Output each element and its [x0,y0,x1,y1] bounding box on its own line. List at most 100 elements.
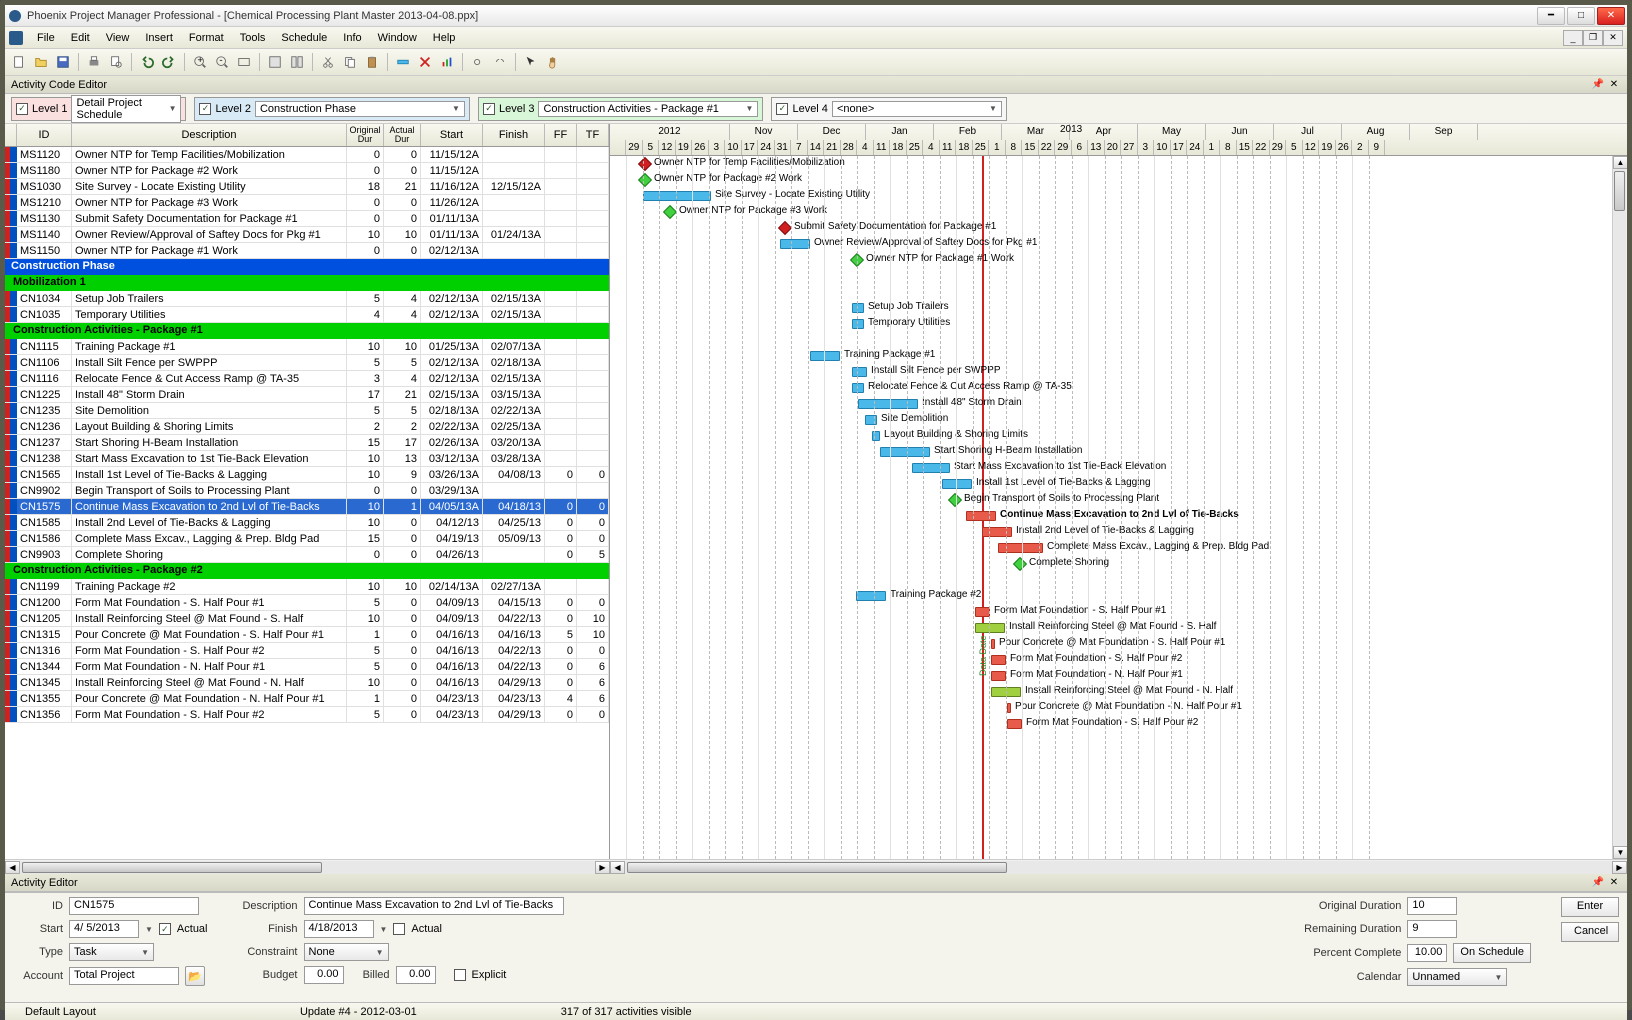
gantt-bar[interactable] [852,383,864,393]
col-header-desc[interactable]: Description [72,124,347,146]
col-header-ad[interactable]: Actual Dur [384,124,421,146]
level-4-select[interactable]: <none>▼ [832,101,1002,117]
editor-start-input[interactable]: 4/ 5/2013 [69,920,139,938]
table-row[interactable]: CN9902 Begin Transport of Soils to Proce… [5,483,609,499]
menu-view[interactable]: View [98,30,138,46]
table-row[interactable]: MS1180 Owner NTP for Package #2 Work 0 0… [5,163,609,179]
editor-pin-icon[interactable]: 📌 [1591,876,1605,890]
editor-billed-input[interactable]: 0.00 [396,966,436,984]
col-header-ff[interactable]: FF [545,124,577,146]
table-row[interactable]: MS1030 Site Survey - Locate Existing Uti… [5,179,609,195]
grid-hscrollbar[interactable]: ◀▶ [5,859,610,874]
table-row[interactable]: CN1565 Install 1st Level of Tie-Backs & … [5,467,609,483]
zoom-out-icon[interactable]: - [212,52,232,72]
editor-calendar-select[interactable]: Unnamed▼ [1407,968,1507,986]
editor-rd-input[interactable]: 9 [1407,920,1457,938]
table-row[interactable]: CN1586 Complete Mass Excav., Lagging & P… [5,531,609,547]
group-sub[interactable]: Construction Activities - Package #1 [5,323,609,339]
group-sub[interactable]: Construction Activities - Package #2 [5,563,609,579]
gantt-bar[interactable] [1007,719,1022,729]
gantt-milestone[interactable] [778,221,792,235]
editor-finish-actual-checkbox[interactable] [393,923,405,935]
table-row[interactable]: CN1575 Continue Mass Excavation to 2nd L… [5,499,609,515]
gantt-bar[interactable] [852,303,864,313]
redo-icon[interactable] [159,52,179,72]
new-icon[interactable] [9,52,29,72]
group-sub[interactable]: Mobilization 1 [5,275,609,291]
pointer-icon[interactable] [521,52,541,72]
gantt-bar[interactable] [858,399,918,409]
table-row[interactable]: CN1116 Relocate Fence & Cut Access Ramp … [5,371,609,387]
editor-close-icon[interactable]: ✕ [1607,876,1621,890]
table-row[interactable]: MS1130 Submit Safety Documentation for P… [5,211,609,227]
panel-close-icon[interactable]: ✕ [1607,78,1621,92]
table-row[interactable]: MS1210 Owner NTP for Package #3 Work 0 0… [5,195,609,211]
level-3-select[interactable]: Construction Activities - Package #1▼ [538,101,758,117]
editor-explicit-checkbox[interactable] [454,969,466,981]
gantt-bar[interactable] [865,415,877,425]
editor-onschedule-button[interactable]: On Schedule [1453,943,1531,963]
col-header-start[interactable]: Start [421,124,483,146]
group-phase[interactable]: Construction Phase [5,259,609,275]
editor-id-input[interactable]: CN1575 [69,897,199,915]
gantt-bar[interactable] [982,527,1012,537]
maximize-button[interactable]: □ [1567,7,1595,25]
table-row[interactable]: CN1200 Form Mat Foundation - S. Half Pou… [5,595,609,611]
gantt-bar[interactable] [912,463,950,473]
gantt-bar[interactable] [991,671,1006,681]
table-row[interactable]: MS1140 Owner Review/Approval of Saftey D… [5,227,609,243]
menu-window[interactable]: Window [370,30,425,46]
gantt-bar[interactable] [780,239,810,249]
mdi-restore[interactable]: ❐ [1583,30,1603,46]
level-4-checkbox[interactable]: ✓ [776,103,788,115]
gantt-bar[interactable] [975,623,1005,633]
gantt-milestone[interactable] [948,493,962,507]
table-row[interactable]: CN9903 Complete Shoring 0 0 04/26/13 0 5 [5,547,609,563]
zoom-in-icon[interactable]: + [190,52,210,72]
table-row[interactable]: CN1356 Form Mat Foundation - S. Half Pou… [5,707,609,723]
gantt-bar[interactable] [991,639,995,649]
level-2-select[interactable]: Construction Phase▼ [255,101,465,117]
gantt-bar[interactable] [643,191,711,201]
delete-activity-icon[interactable] [415,52,435,72]
level-1-checkbox[interactable]: ✓ [16,103,28,115]
grid-body[interactable]: MS1120 Owner NTP for Temp Facilities/Mob… [5,147,609,859]
editor-type-select[interactable]: Task▼ [69,943,154,961]
gantt-bar[interactable] [991,655,1006,665]
hand-icon[interactable] [543,52,563,72]
table-row[interactable]: CN1316 Form Mat Foundation - S. Half Pou… [5,643,609,659]
table-row[interactable]: CN1238 Start Mass Excavation to 1st Tie-… [5,451,609,467]
editor-pc-input[interactable]: 10.00 [1407,944,1447,962]
print-preview-icon[interactable] [106,52,126,72]
editor-start-actual-checkbox[interactable]: ✓ [159,923,171,935]
gantt-bar[interactable] [966,511,996,521]
menu-edit[interactable]: Edit [63,30,98,46]
save-icon[interactable] [53,52,73,72]
level-1-select[interactable]: Detail Project Schedule▼ [71,95,181,123]
chart-icon[interactable] [437,52,457,72]
table-row[interactable]: CN1236 Layout Building & Shoring Limits … [5,419,609,435]
copy-icon[interactable] [340,52,360,72]
account-browse-icon[interactable]: 📂 [185,966,205,986]
unlink-icon[interactable] [490,52,510,72]
menu-info[interactable]: Info [335,30,369,46]
close-button[interactable]: ✕ [1597,7,1625,25]
menu-schedule[interactable]: Schedule [273,30,335,46]
table-row[interactable]: CN1199 Training Package #2 10 10 02/14/1… [5,579,609,595]
editor-cancel-button[interactable]: Cancel [1561,922,1619,942]
mdi-close[interactable]: ✕ [1603,30,1623,46]
editor-finish-input[interactable]: 4/18/2013 [304,920,374,938]
minimize-button[interactable]: ━ [1537,7,1565,25]
table-row[interactable]: CN1225 Install 48" Storm Drain 17 21 02/… [5,387,609,403]
editor-constraint-select[interactable]: None▼ [304,943,389,961]
gantt-milestone[interactable] [638,157,652,171]
gantt-body[interactable]: Data Date Owner NTP for Temp Facilities/… [610,156,1627,859]
col-header-id[interactable]: ID [17,124,72,146]
table-row[interactable]: CN1344 Form Mat Foundation - N. Half Pou… [5,659,609,675]
gantt-bar[interactable] [942,479,972,489]
menu-file[interactable]: File [29,30,63,46]
editor-account-input[interactable]: Total Project [69,967,179,985]
cut-icon[interactable] [318,52,338,72]
menu-help[interactable]: Help [425,30,464,46]
table-row[interactable]: CN1035 Temporary Utilities 4 4 02/12/13A… [5,307,609,323]
